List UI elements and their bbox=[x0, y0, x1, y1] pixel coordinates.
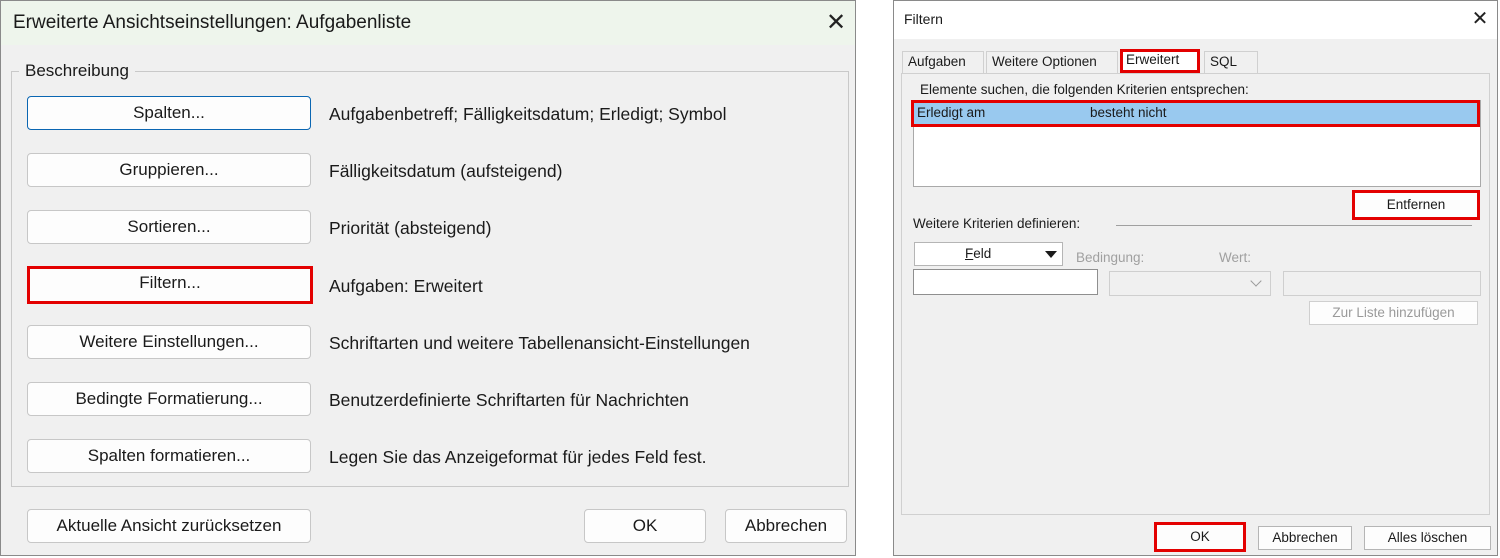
conditional-formatting-description: Benutzerdefinierte Schriftarten für Nach… bbox=[329, 390, 689, 410]
value-input[interactable] bbox=[1283, 271, 1481, 296]
sort-button[interactable]: Sortieren... bbox=[27, 210, 311, 244]
ok-button[interactable]: OK bbox=[584, 509, 706, 543]
columns-button[interactable]: Spalten... bbox=[27, 96, 311, 130]
advanced-view-settings-dialog: Erweiterte Ansichtseinstellungen: Aufgab… bbox=[0, 0, 856, 556]
divider bbox=[1116, 225, 1472, 226]
criteria-condition: besteht nicht bbox=[1090, 105, 1167, 120]
condition-label: Bedingung: bbox=[1076, 250, 1145, 265]
dialog-title: Erweiterte Ansichtseinstellungen: Aufgab… bbox=[13, 12, 412, 33]
field-button-label: Feld bbox=[965, 246, 992, 261]
conditional-formatting-button[interactable]: Bedingte Formatierung... bbox=[27, 382, 311, 416]
tab-advanced[interactable]: Erweitert bbox=[1120, 49, 1200, 73]
group-by-button[interactable]: Gruppieren... bbox=[27, 153, 311, 187]
tab-more-options[interactable]: Weitere Optionen bbox=[986, 51, 1118, 73]
format-columns-description: Legen Sie das Anzeigeformat für jedes Fe… bbox=[329, 447, 707, 467]
format-columns-button[interactable]: Spalten formatieren... bbox=[27, 439, 311, 473]
close-icon[interactable]: ✕ bbox=[819, 7, 853, 39]
dialog-title: Filtern bbox=[904, 11, 943, 27]
dropdown-arrow-icon bbox=[1045, 251, 1057, 258]
criteria-field: Erledigt am bbox=[917, 105, 986, 120]
field-dropdown-button[interactable]: Feld bbox=[914, 242, 1063, 266]
columns-description: Aufgabenbetreff; Fälligkeitsdatum; Erled… bbox=[329, 104, 727, 124]
criteria-row[interactable]: Erledigt am besteht nicht bbox=[911, 100, 1480, 127]
sort-description: Priorität (absteigend) bbox=[329, 218, 492, 238]
define-criteria-label: Weitere Kriterien definieren: bbox=[913, 216, 1081, 231]
title-bar: Erweiterte Ansichtseinstellungen: Aufgab… bbox=[1, 1, 855, 45]
filter-dialog: Filtern ✕ Aufgaben Weitere Optionen SQL … bbox=[893, 0, 1498, 556]
group-by-description: Fälligkeitsdatum (aufsteigend) bbox=[329, 161, 563, 181]
other-settings-description: Schriftarten und weitere Tabellenansicht… bbox=[329, 333, 750, 353]
chevron-down-icon bbox=[1250, 275, 1262, 287]
criteria-label: Elemente suchen, die folgenden Kriterien… bbox=[920, 82, 1249, 97]
add-to-list-button[interactable]: Zur Liste hinzufügen bbox=[1309, 301, 1478, 325]
ok-button[interactable]: OK bbox=[1154, 522, 1246, 552]
field-input[interactable] bbox=[913, 269, 1098, 295]
value-label: Wert: bbox=[1219, 250, 1252, 265]
clear-all-button[interactable]: Alles löschen bbox=[1364, 526, 1491, 550]
filter-button[interactable]: Filtern... bbox=[27, 266, 313, 304]
reset-view-button[interactable]: Aktuelle Ansicht zurücksetzen bbox=[27, 509, 311, 543]
cancel-button[interactable]: Abbrechen bbox=[1258, 526, 1352, 550]
filter-description: Aufgaben: Erweitert bbox=[329, 276, 483, 296]
group-label: Beschreibung bbox=[19, 61, 135, 81]
tab-tasks[interactable]: Aufgaben bbox=[902, 51, 984, 73]
title-bar: Filtern ✕ bbox=[894, 1, 1497, 39]
tab-sql[interactable]: SQL bbox=[1204, 51, 1258, 73]
other-settings-button[interactable]: Weitere Einstellungen... bbox=[27, 325, 311, 359]
close-icon[interactable]: ✕ bbox=[1466, 5, 1494, 33]
condition-select[interactable] bbox=[1109, 271, 1271, 296]
cancel-button[interactable]: Abbrechen bbox=[725, 509, 847, 543]
remove-button[interactable]: Entfernen bbox=[1352, 190, 1480, 220]
